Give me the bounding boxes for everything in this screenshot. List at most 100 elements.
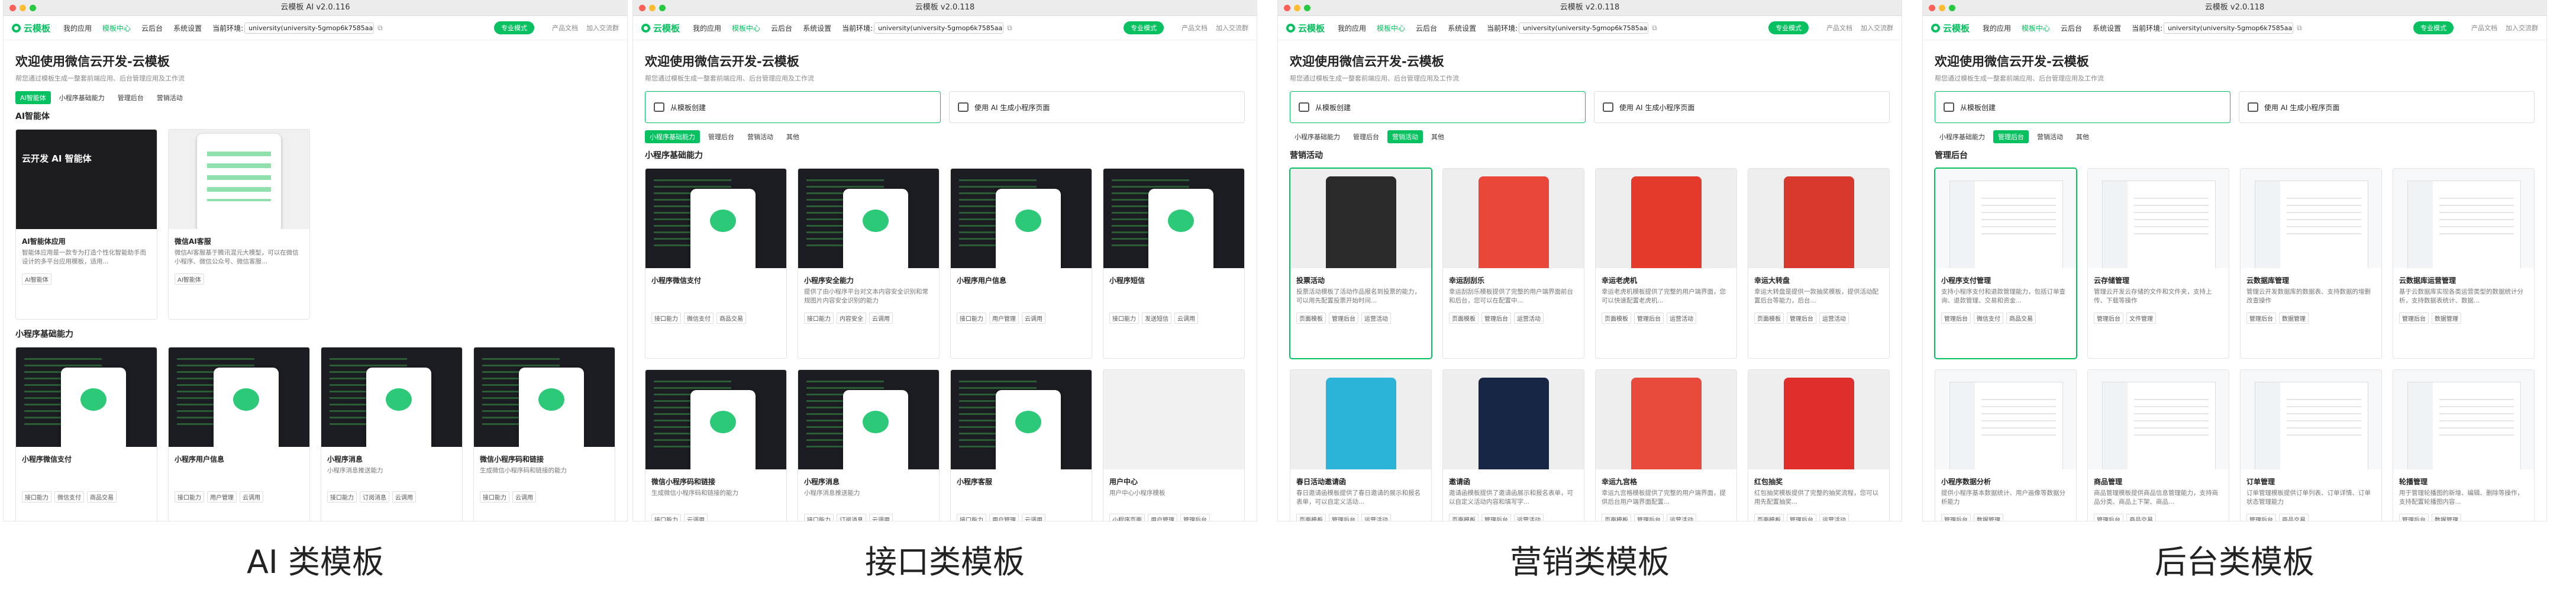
close-button[interactable] (639, 5, 645, 11)
minimize-button[interactable] (649, 5, 656, 11)
create-entry-ai[interactable]: 使用 AI 生成小程序页面 (949, 91, 1245, 123)
nav-item[interactable]: 我的应用 (63, 23, 92, 33)
category-tab[interactable]: 小程序基础能力 (1290, 130, 1345, 143)
template-card[interactable]: 用户中心 用户中心小程序模板 小程序页面 用户管理 管理后台 (1103, 369, 1245, 521)
template-card[interactable]: 云数据库运营管理 基于云数据库实现各类运营类型的数据统计分析，支持数据表统计、数据… (2393, 168, 2535, 359)
category-tab[interactable]: AI智能体 (15, 91, 51, 104)
category-tab[interactable]: 管理后台 (1993, 130, 2029, 143)
template-card[interactable]: 小程序消息 小程序消息推送能力 接口能力 订阅消息 云调用 (321, 347, 463, 521)
env-select[interactable]: university(university-5gmop6k7585aa3) (244, 22, 375, 34)
nav-item[interactable]: 模板中心 (732, 23, 760, 33)
template-card[interactable]: 小程序用户信息 接口能力 用户管理 云调用 (950, 168, 1092, 359)
category-tab[interactable]: 小程序基础能力 (54, 91, 109, 104)
template-card[interactable]: 幸运大转盘 幸运大转盘是提供一款抽奖模板，提供活动配置后台等能力，后台... 页面模… (1748, 168, 1890, 359)
template-card[interactable]: 邀请函 邀请函模板提供了邀请函展示和报名表单，可以自定义活动内容和填写字... 页面… (1442, 369, 1584, 521)
template-card[interactable]: 幸运九宫格 幸运九宫格模板提供了完整的用户端界面，提供后台用户端界面配置... 页面… (1595, 369, 1737, 521)
category-tab[interactable]: 其他 (1426, 130, 1449, 143)
nav-item[interactable]: 系统设置 (2093, 23, 2121, 33)
create-entry-ai[interactable]: 使用 AI 生成小程序页面 (2239, 91, 2535, 123)
create-entry-template[interactable]: 从模板创建 (1290, 91, 1586, 123)
category-tab[interactable]: 小程序基础能力 (1935, 130, 1990, 143)
template-card[interactable]: 小程序支付管理 支持小程序支付和退款管理能力，包括订单查询、退款管理、交易和资金.… (1935, 168, 2077, 359)
template-card[interactable]: 小程序短信 接口能力 发送短信 云调用 (1103, 168, 1245, 359)
category-tab[interactable]: 营销活动 (1387, 130, 1423, 143)
create-entry-ai[interactable]: 使用 AI 生成小程序页面 (1594, 91, 1890, 123)
category-tab[interactable]: 营销活动 (743, 130, 778, 143)
pro-mode-toggle[interactable]: 专业模式 (2413, 21, 2454, 34)
nav-item[interactable]: 系统设置 (173, 23, 202, 33)
nav-item[interactable]: 我的应用 (1338, 23, 1366, 33)
nav-item[interactable]: 云后台 (2061, 23, 2082, 33)
env-select[interactable]: university(university-5gmop6k7585aa32) (2164, 22, 2294, 34)
category-tab[interactable]: 管理后台 (113, 91, 149, 104)
community-link[interactable]: 加入交流群 (2506, 23, 2538, 33)
copy-icon[interactable]: ⧉ (377, 24, 383, 33)
minimize-button[interactable] (1294, 5, 1300, 11)
zoom-button[interactable] (659, 5, 666, 11)
pro-mode-toggle[interactable]: 专业模式 (494, 21, 534, 34)
category-tab[interactable]: 管理后台 (703, 130, 739, 143)
template-card[interactable]: 幸运刮刮乐 幸运刮刮乐模板提供了完整的用户端界面前台和后台，您可以在配置中... 页… (1442, 168, 1584, 359)
category-tab[interactable]: 管理后台 (1348, 130, 1384, 143)
template-card[interactable]: 小程序消息 小程序消息推送能力 接口能力 订阅消息 云调用 (798, 369, 940, 521)
template-card[interactable]: 云数据库管理 管理云开发数据库的数据表、支持数据的增删改查操作 管理后台 数据管理 (2240, 168, 2382, 359)
template-card[interactable]: 投票活动 投票活动模板了活动作品报名到投票的能力，可以用先配置投票开始时间... 页… (1290, 168, 1432, 359)
nav-item[interactable]: 云后台 (1416, 23, 1437, 33)
create-entry-template[interactable]: 从模板创建 (645, 91, 941, 123)
docs-link[interactable]: 产品文档 (552, 23, 578, 33)
category-tab[interactable]: 营销活动 (2032, 130, 2068, 143)
category-tab[interactable]: 小程序基础能力 (645, 130, 700, 143)
template-card[interactable]: 小程序客服 接口能力 用户管理 云调用 (950, 369, 1092, 521)
template-card[interactable]: 小程序微信支付 接口能力 微信支付 商品交易 (645, 168, 787, 359)
zoom-button[interactable] (30, 5, 36, 11)
zoom-button[interactable] (1304, 5, 1310, 11)
template-card[interactable]: 云开发 AI 智能体 AI智能体应用 智能体应用是一款专为打造个性化智能助手而设计的… (15, 129, 157, 320)
template-card[interactable]: 订单管理 订单管理模板提供订单列表、订单详情、订单状态管理能力 管理后台 商品交易 (2240, 369, 2382, 521)
template-card[interactable]: 小程序数据分析 提供小程序基本数据统计、用户画像等数据分析能力 管理后台 数据管理 (1935, 369, 2077, 521)
copy-icon[interactable]: ⧉ (1007, 24, 1012, 33)
logo[interactable]: 云模板 (1286, 22, 1325, 34)
template-card[interactable]: 商品管理 商品管理模板提供商品信息管理能力，支持商品分类、商品上下架、商品... 管… (2087, 369, 2229, 521)
nav-item[interactable]: 云后台 (141, 23, 163, 33)
community-link[interactable]: 加入交流群 (1861, 23, 1893, 33)
logo[interactable]: 云模板 (12, 22, 50, 34)
template-card[interactable]: 小程序微信支付 接口能力 微信支付 商品交易 (15, 347, 157, 521)
nav-item[interactable]: 模板中心 (102, 23, 131, 33)
community-link[interactable]: 加入交流群 (1216, 23, 1248, 33)
template-card[interactable]: 春日活动邀请函 春日邀请函模板提供了春日邀请的展示和报名表单，可以自定义活动...… (1290, 369, 1432, 521)
nav-item[interactable]: 系统设置 (1448, 23, 1476, 33)
template-card[interactable]: 幸运老虎机 幸运老虎机模板提供了完整的用户端界面，您可以快速配置老虎机... 页面模… (1595, 168, 1737, 359)
nav-item[interactable]: 我的应用 (1983, 23, 2011, 33)
close-button[interactable] (1929, 5, 1935, 11)
nav-item[interactable]: 我的应用 (693, 23, 721, 33)
nav-item[interactable]: 模板中心 (1377, 23, 1405, 33)
template-card[interactable]: 小程序用户信息 接口能力 用户管理 云调用 (168, 347, 310, 521)
nav-item[interactable]: 系统设置 (803, 23, 831, 33)
category-tab[interactable]: 营销活动 (152, 91, 188, 104)
close-button[interactable] (1284, 5, 1290, 11)
template-card[interactable]: 轮播管理 用于管理轮播图的新增、编辑、删除等操作，支持配置轮播图内容... 管理后台… (2393, 369, 2535, 521)
nav-item[interactable]: 模板中心 (2022, 23, 2050, 33)
docs-link[interactable]: 产品文档 (2471, 23, 2497, 33)
env-select[interactable]: university(university-5gmop6k7585aa32) (1519, 22, 1649, 34)
env-select[interactable]: university(university-5gmop6k7585aa32) (874, 22, 1004, 34)
template-card[interactable]: 云存储管理 管理云开发云存储的文件和文件夹，支持上传、下载等操作 管理后台 文件管理 (2087, 168, 2229, 359)
zoom-button[interactable] (1949, 5, 1955, 11)
nav-item[interactable]: 云后台 (771, 23, 792, 33)
pro-mode-toggle[interactable]: 专业模式 (1768, 21, 1809, 34)
template-card[interactable]: 微信小程序码和链接 生成微信小程序码和链接的能力 接口能力 云调用 (645, 369, 787, 521)
create-entry-template[interactable]: 从模板创建 (1935, 91, 2230, 123)
template-card[interactable]: 红包抽奖 红包抽奖模板提供了完整的抽奖流程，您可以用先配置抽奖... 页面模板 管理后… (1748, 369, 1890, 521)
minimize-button[interactable] (20, 5, 26, 11)
community-link[interactable]: 加入交流群 (586, 23, 619, 33)
template-card[interactable]: 微信AI客服 微信AI客服基于腾讯混元大模型，可以在微信小程序、微信公众号、微信客… (168, 129, 310, 320)
docs-link[interactable]: 产品文档 (1826, 23, 1852, 33)
minimize-button[interactable] (1939, 5, 1945, 11)
copy-icon[interactable]: ⧉ (1652, 24, 1657, 33)
category-tab[interactable]: 其他 (782, 130, 804, 143)
template-card[interactable]: 微信小程序码和链接 生成微信小程序码和链接的能力 接口能力 云调用 (473, 347, 615, 521)
template-card[interactable]: 小程序安全能力 提供了由小程序平台对文本内容安全识别和常规图片内容安全识别的能力接… (798, 168, 940, 359)
pro-mode-toggle[interactable]: 专业模式 (1124, 21, 1164, 34)
docs-link[interactable]: 产品文档 (1182, 23, 1208, 33)
copy-icon[interactable]: ⧉ (2297, 24, 2302, 33)
